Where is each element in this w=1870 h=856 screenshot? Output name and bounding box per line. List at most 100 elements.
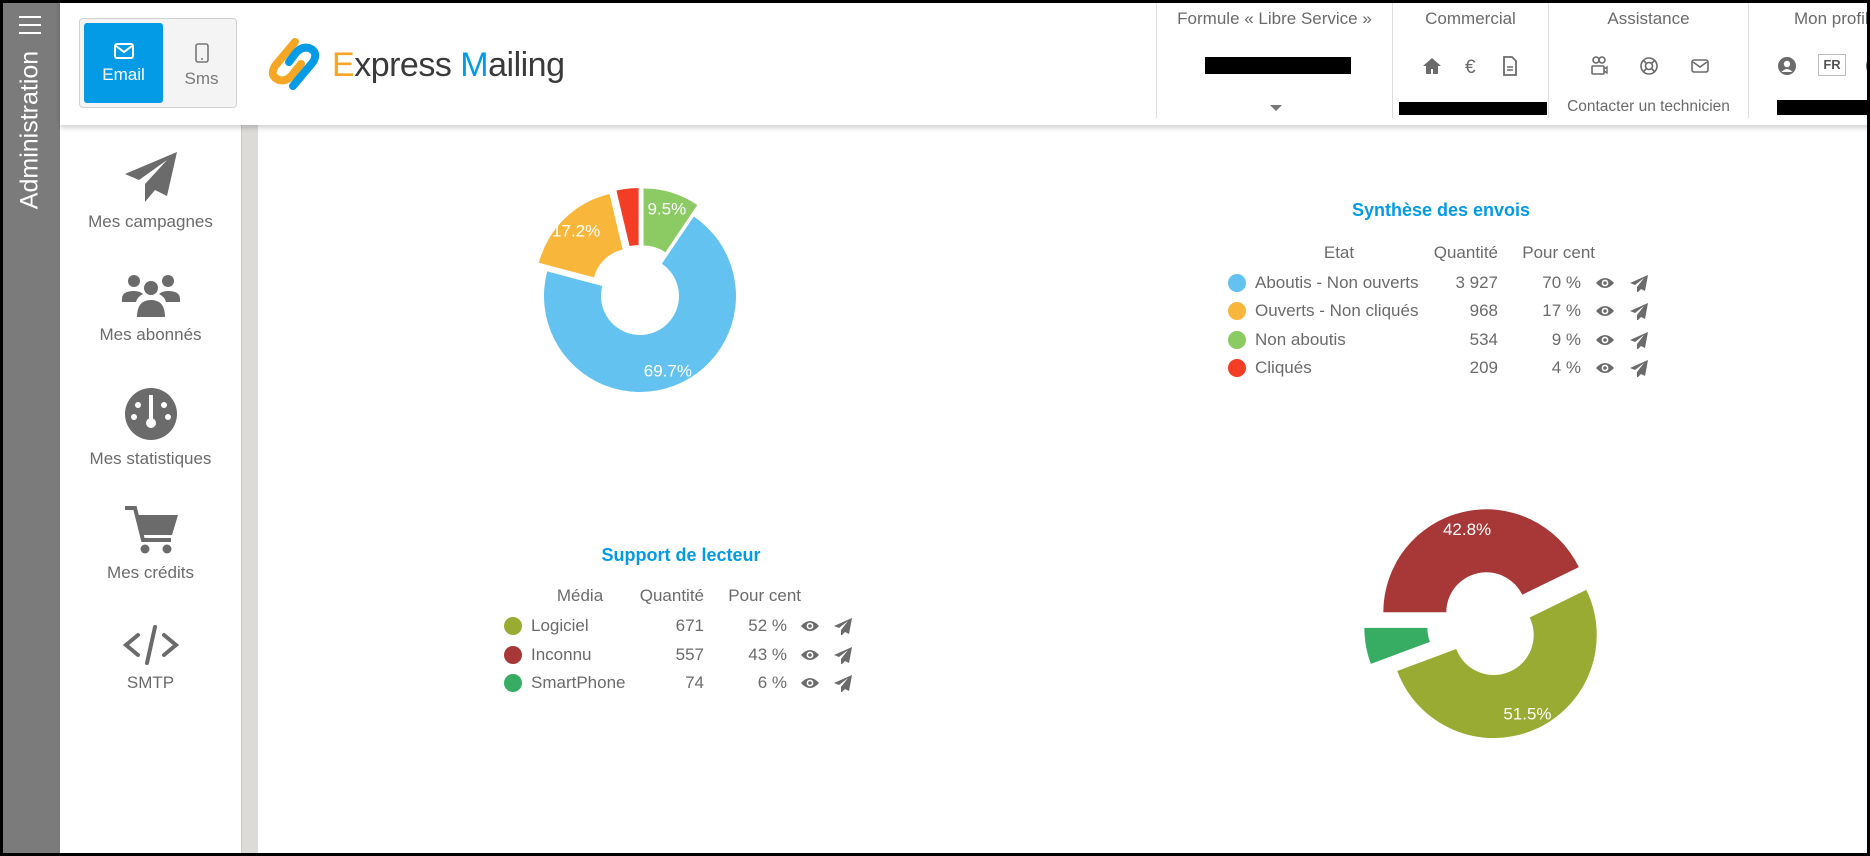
- row-quantity: 671: [675, 616, 704, 635]
- nav-profil: Mon profil FR: [1748, 0, 1870, 118]
- legend-dot: [1228, 274, 1246, 292]
- eye-icon[interactable]: [1595, 303, 1615, 324]
- envelope-icon: [113, 43, 134, 59]
- sidebar-label: SMTP: [126, 673, 175, 692]
- logo-word-xpress: xpress: [354, 46, 461, 84]
- sms-button[interactable]: Sms: [162, 23, 241, 103]
- donut-chart-synthese: 9.5% 69.7% 17.2%: [538, 188, 736, 392]
- email-button[interactable]: Email: [84, 23, 163, 103]
- assistance-title: Assistance: [1607, 9, 1690, 28]
- send-icon[interactable]: [833, 674, 853, 697]
- row-percent: 6 %: [757, 673, 787, 692]
- send-icon[interactable]: [1629, 302, 1649, 325]
- code-icon: [122, 625, 179, 665]
- email-label: Email: [102, 65, 145, 84]
- contact-technician-link[interactable]: Contacter un technicien: [1549, 98, 1748, 116]
- eye-icon[interactable]: [800, 647, 820, 668]
- legend-dot: [1228, 331, 1246, 349]
- header-quantite: Quantité: [639, 586, 704, 605]
- sidebar-label: Mes statistiques: [89, 449, 212, 468]
- row-percent: 17 %: [1542, 301, 1581, 320]
- admin-label[interactable]: Administration: [16, 51, 45, 209]
- sidebar-item-abonnes[interactable]: Mes abonnés: [60, 273, 241, 345]
- eye-icon[interactable]: [1595, 360, 1615, 381]
- sidebar-item-campagnes[interactable]: Mes campagnes: [60, 150, 241, 232]
- row-label: Ouverts - Non cliqués: [1255, 301, 1419, 320]
- redacted-commercial: [1399, 102, 1547, 115]
- eye-icon[interactable]: [800, 675, 820, 696]
- send-icon[interactable]: [833, 617, 853, 640]
- logo-letter-m: M: [460, 46, 489, 84]
- eye-icon[interactable]: [1595, 332, 1615, 353]
- support-title: Support de lecteur: [601, 545, 761, 565]
- language-badge[interactable]: FR: [1818, 54, 1846, 76]
- row-percent: 52 %: [748, 616, 787, 635]
- legend-dot: [1228, 359, 1246, 377]
- eye-icon[interactable]: [1595, 275, 1615, 296]
- sidebar-label: Mes campagnes: [88, 212, 213, 231]
- header-pourcent: Pour cent: [728, 586, 801, 605]
- header-quantite: Quantité: [1433, 243, 1498, 262]
- row-label: Inconnu: [531, 645, 592, 664]
- lifebuoy-icon[interactable]: [1638, 55, 1660, 77]
- svg-text:€: €: [1465, 57, 1476, 77]
- header-support-label: Média: [556, 586, 604, 605]
- donut-chart-support: 42.8% 51.5%: [1364, 509, 1597, 739]
- legend-dot: [504, 646, 522, 664]
- caret-down-icon[interactable]: [1269, 104, 1283, 112]
- dashboard-gauge-icon: [124, 388, 177, 440]
- profil-title: Mon profil: [1794, 9, 1869, 28]
- send-icon[interactable]: [833, 646, 853, 669]
- row-percent: 4 %: [1551, 358, 1581, 377]
- formule-title: Formule « Libre Service »: [1177, 9, 1372, 28]
- row-label: SmartPhone: [531, 673, 626, 692]
- logo-text: Express Mailing: [332, 46, 565, 85]
- mobile-phone-icon: [194, 43, 209, 63]
- row-quantity: 74: [685, 673, 704, 692]
- row-quantity: 209: [1469, 358, 1498, 377]
- settings-icon[interactable]: [1866, 55, 1870, 77]
- row-label: Logiciel: [531, 616, 589, 635]
- euro-icon[interactable]: €: [1460, 55, 1482, 77]
- paper-plane-icon: [124, 152, 177, 202]
- redacted-plan: [1205, 57, 1351, 74]
- document-icon[interactable]: [1499, 55, 1521, 77]
- eye-icon[interactable]: [800, 618, 820, 639]
- users-icon: [121, 275, 180, 317]
- donut-data-label: 42.8%: [1443, 520, 1491, 539]
- row-percent: 70 %: [1542, 273, 1581, 292]
- admin-bar: Administration: [0, 0, 60, 856]
- send-icon[interactable]: [1629, 359, 1649, 382]
- sms-label: Sms: [184, 69, 219, 88]
- redacted-profile: [1777, 100, 1870, 115]
- channel-toggle: Email Sms: [79, 18, 237, 108]
- sidebar-item-smtp[interactable]: SMTP: [60, 625, 241, 693]
- logo-letter-e: E: [332, 46, 355, 84]
- home-icon[interactable]: [1421, 55, 1443, 77]
- sidebar-scrollbar[interactable]: [241, 125, 258, 856]
- video-call-icon[interactable]: [1588, 55, 1610, 77]
- legend-dot: [504, 617, 522, 635]
- legend-dot: [1228, 302, 1246, 320]
- sidebar-item-statistiques[interactable]: Mes statistiques: [60, 387, 241, 469]
- donut-slice[interactable]: [1364, 627, 1430, 664]
- sidebar-label: Mes abonnés: [99, 325, 202, 344]
- header: Email Sms Express Mailing Formule « Libr…: [60, 0, 1870, 125]
- hamburger-icon[interactable]: [19, 16, 41, 34]
- user-circle-icon[interactable]: [1776, 55, 1798, 77]
- commercial-title: Commercial: [1425, 9, 1516, 28]
- donut-data-label: 51.5%: [1503, 705, 1551, 724]
- row-quantity: 534: [1469, 330, 1498, 349]
- row-quantity: 3 927: [1455, 273, 1498, 292]
- sidebar-item-credits[interactable]: Mes crédits: [60, 505, 241, 583]
- send-icon[interactable]: [1629, 274, 1649, 297]
- synthese-title: Synthèse des envois: [1351, 200, 1531, 220]
- nav-assistance: Assistance Contacter un technicien: [1548, 0, 1748, 118]
- mail-icon[interactable]: [1689, 55, 1711, 77]
- row-percent: 9 %: [1551, 330, 1581, 349]
- send-icon[interactable]: [1629, 331, 1649, 354]
- row-label: Non aboutis: [1255, 330, 1346, 349]
- logo-icon[interactable]: [265, 36, 327, 92]
- nav-formule[interactable]: Formule « Libre Service »: [1156, 0, 1392, 118]
- donut-slice[interactable]: [616, 188, 639, 247]
